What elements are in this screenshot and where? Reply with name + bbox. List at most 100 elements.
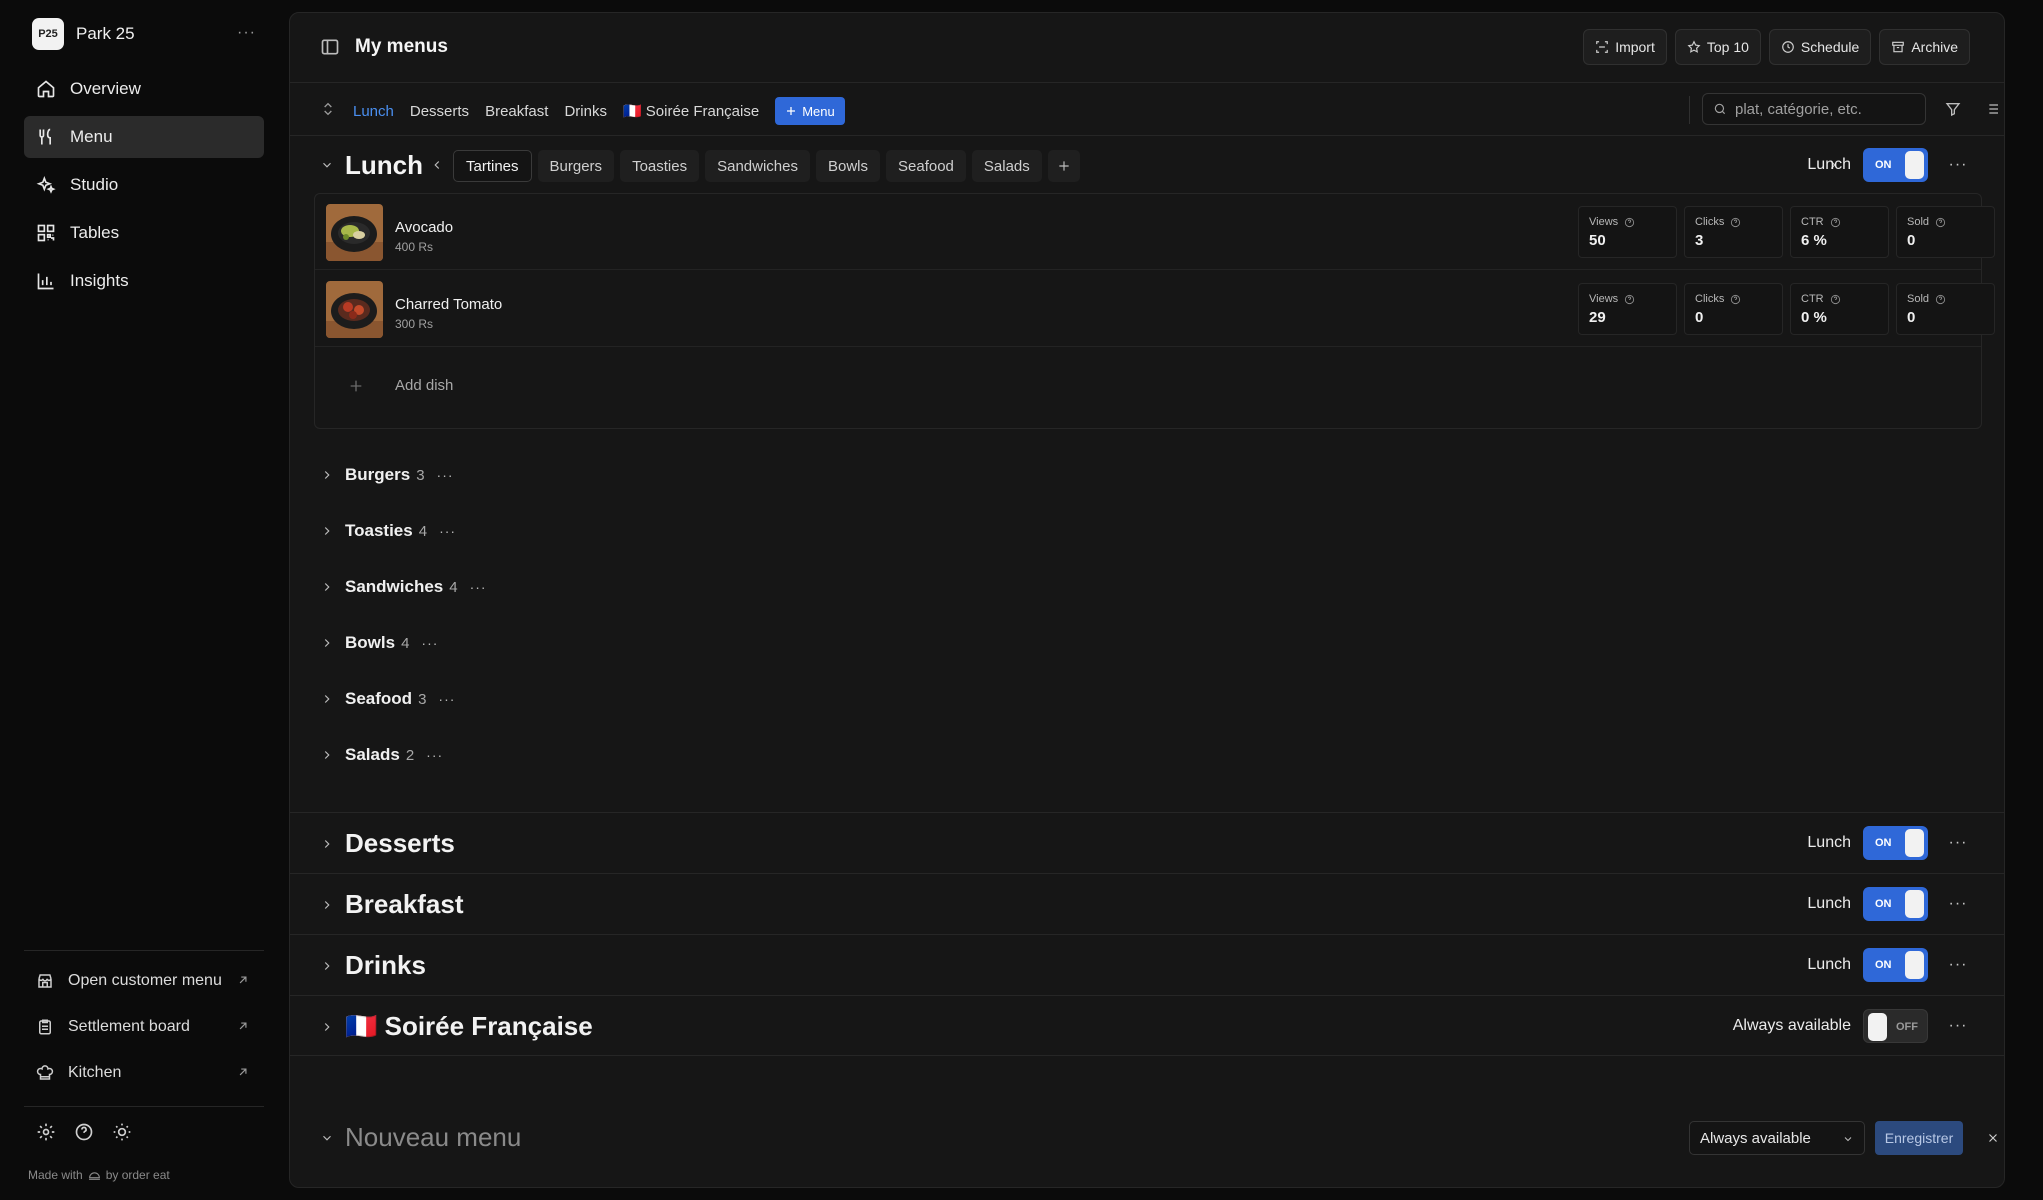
new-menu-title-input[interactable]: Nouveau menu <box>345 1122 521 1153</box>
menu-visibility-toggle[interactable]: ON <box>1863 826 1928 860</box>
open-customer-menu-link[interactable]: Open customer menu <box>24 958 264 1004</box>
chevron-right-icon[interactable] <box>320 692 334 706</box>
more-icon[interactable]: ··· <box>1946 895 1970 913</box>
help-icon[interactable] <box>1730 294 1741 305</box>
more-icon[interactable]: ··· <box>1946 1017 1970 1035</box>
menu-row-soiree-francaise[interactable]: 🇫🇷 Soirée Française Always available OFF… <box>290 995 2004 1056</box>
help-icon[interactable] <box>1830 217 1841 228</box>
more-icon[interactable]: ··· <box>439 523 456 539</box>
more-icon[interactable]: ··· <box>438 691 455 707</box>
help-icon[interactable] <box>1624 294 1635 305</box>
chevron-down-icon[interactable] <box>320 158 334 172</box>
chevron-right-icon[interactable] <box>320 580 334 594</box>
category-row-toasties[interactable]: Toasties 4 ··· <box>290 516 456 546</box>
category-tab-burgers[interactable]: Burgers <box>537 150 615 182</box>
toggle-label: ON <box>1875 898 1892 910</box>
brand[interactable]: P25 Park 25 ··· <box>32 18 264 50</box>
category-row-salads[interactable]: Salads 2 ··· <box>290 740 443 770</box>
availability-label[interactable]: Lunch <box>1807 895 1851 913</box>
sun-icon[interactable] <box>112 1122 132 1142</box>
utensils-icon <box>39 128 51 145</box>
toggle-knob <box>1868 1013 1887 1041</box>
menu-row-breakfast[interactable]: Breakfast Lunch ON ··· <box>290 873 2004 934</box>
add-menu-button[interactable]: Menu <box>775 97 845 125</box>
import-button[interactable]: Import <box>1583 29 1667 65</box>
category-row-burgers[interactable]: Burgers 3 ··· <box>290 460 454 490</box>
help-icon[interactable] <box>1730 217 1741 228</box>
more-icon[interactable]: ··· <box>1946 834 1970 852</box>
availability-label[interactable]: Always available <box>1733 1017 1851 1035</box>
chevron-right-icon[interactable] <box>320 468 334 482</box>
chevron-right-icon[interactable] <box>320 959 334 973</box>
reorder-icon[interactable] <box>320 101 336 117</box>
chevron-right-icon[interactable] <box>320 524 334 538</box>
availability-label[interactable]: Lunch <box>1807 834 1851 852</box>
close-icon[interactable] <box>1986 1131 2000 1145</box>
more-icon[interactable]: ··· <box>437 467 454 483</box>
more-icon[interactable]: ··· <box>426 747 443 763</box>
menu-row-desserts[interactable]: Desserts Lunch ON ··· <box>290 812 2004 873</box>
availability-select[interactable]: Always available <box>1689 1121 1865 1155</box>
more-icon[interactable]: ··· <box>470 579 487 595</box>
category-tab-seafood[interactable]: Seafood <box>886 150 966 182</box>
chevron-left-icon[interactable] <box>430 158 444 172</box>
archive-button[interactable]: Archive <box>1879 29 1970 65</box>
help-icon[interactable] <box>1935 294 1946 305</box>
external-link-icon <box>239 1068 247 1076</box>
help-icon[interactable] <box>1624 217 1635 228</box>
menu-visibility-toggle[interactable]: ON <box>1863 148 1928 182</box>
more-icon[interactable]: ··· <box>237 24 256 42</box>
help-icon[interactable] <box>74 1122 94 1142</box>
settlement-board-link[interactable]: Settlement board <box>24 1004 264 1050</box>
chevron-down-icon[interactable] <box>320 1131 334 1145</box>
sidebar-toggle-icon[interactable] <box>320 37 340 57</box>
tab-lunch[interactable]: Lunch <box>353 103 394 120</box>
category-tab-tartines[interactable]: Tartines <box>453 150 532 182</box>
tab-drinks[interactable]: Drinks <box>564 103 607 120</box>
search-box[interactable] <box>1702 93 1926 125</box>
chevron-right-icon[interactable] <box>320 748 334 762</box>
sidebar-item-overview[interactable]: Overview <box>24 68 264 110</box>
list-view-icon[interactable] <box>1984 101 2000 117</box>
sidebar-item-menu[interactable]: Menu <box>24 116 264 158</box>
kitchen-link[interactable]: Kitchen <box>24 1050 264 1096</box>
category-tab-sandwiches[interactable]: Sandwiches <box>705 150 810 182</box>
chevron-right-icon[interactable] <box>320 898 334 912</box>
category-row-bowls[interactable]: Bowls 4 ··· <box>290 628 438 658</box>
tab-breakfast[interactable]: Breakfast <box>485 103 548 120</box>
availability-label[interactable]: Lunch <box>1807 156 1851 174</box>
add-category-button[interactable] <box>1047 150 1080 182</box>
search-input[interactable] <box>1735 100 1915 118</box>
sidebar-item-studio[interactable]: Studio <box>24 164 264 206</box>
dish-row[interactable]: Avocado 400 Rs Views 50 Clicks 3 CTR 6 % <box>315 194 1995 270</box>
category-tab-bowls[interactable]: Bowls <box>815 150 880 182</box>
menu-visibility-toggle[interactable]: ON <box>1863 887 1928 921</box>
more-icon[interactable]: ··· <box>1946 956 1970 974</box>
tab-desserts[interactable]: Desserts <box>410 103 469 120</box>
chevron-right-icon[interactable] <box>320 636 334 650</box>
chevron-right-icon[interactable] <box>320 1020 334 1034</box>
schedule-button[interactable]: Schedule <box>1768 29 1872 65</box>
chevron-right-icon[interactable] <box>320 837 334 851</box>
more-icon[interactable]: ··· <box>421 635 438 651</box>
category-row-seafood[interactable]: Seafood 3 ··· <box>290 684 455 714</box>
add-dish-button[interactable]: Add dish <box>315 346 1981 426</box>
category-row-sandwiches[interactable]: Sandwiches 4 ··· <box>290 572 487 602</box>
dish-row[interactable]: Charred Tomato 300 Rs Views 29 Clicks 0 … <box>315 271 1995 347</box>
category-tab-salads[interactable]: Salads <box>971 150 1042 182</box>
menu-row-drinks[interactable]: Drinks Lunch ON ··· <box>290 934 2004 995</box>
more-icon[interactable]: ··· <box>1946 156 1970 174</box>
menu-visibility-toggle[interactable]: OFF <box>1863 1009 1928 1043</box>
gear-icon[interactable] <box>36 1122 56 1142</box>
save-button[interactable]: Enregistrer <box>1875 1121 1963 1155</box>
menu-visibility-toggle[interactable]: ON <box>1863 948 1928 982</box>
help-icon[interactable] <box>1830 294 1841 305</box>
top-10-button[interactable]: Top 10 <box>1674 29 1761 65</box>
filter-icon[interactable] <box>1945 101 1961 117</box>
help-icon[interactable] <box>1935 217 1946 228</box>
category-tab-toasties[interactable]: Toasties <box>620 150 700 182</box>
tab-soiree-francaise[interactable]: 🇫🇷 Soirée Française <box>623 102 759 120</box>
sidebar-item-insights[interactable]: Insights <box>24 260 264 302</box>
sidebar-item-tables[interactable]: Tables <box>24 212 264 254</box>
availability-label[interactable]: Lunch <box>1807 956 1851 974</box>
